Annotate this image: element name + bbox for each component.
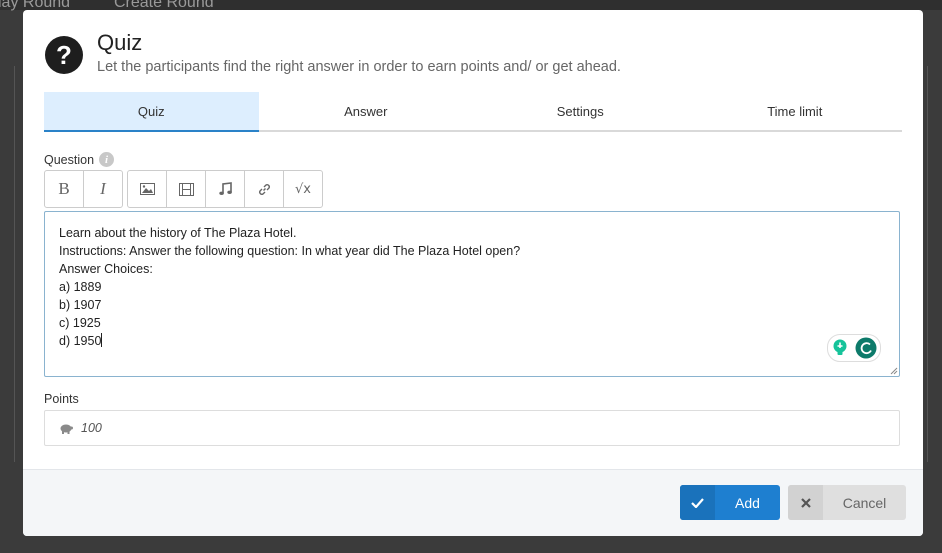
insert-group: √x [127, 170, 323, 208]
format-group: B I [44, 170, 123, 208]
points-label: Points [44, 392, 79, 406]
quiz-modal: ? Quiz Let the participants find the rig… [23, 10, 923, 536]
grammar-assistant[interactable] [827, 334, 881, 362]
cancel-button-label: Cancel [842, 494, 887, 511]
modal-footer: Add Cancel [23, 469, 923, 536]
music-button[interactable] [206, 171, 245, 207]
music-icon [218, 182, 232, 195]
question-line: b) 1907 [59, 298, 102, 312]
checkmark-icon [680, 485, 715, 520]
question-editor[interactable]: Learn about the history of The Plaza Hot… [44, 211, 900, 377]
link-button[interactable] [245, 171, 284, 207]
cancel-button[interactable]: Cancel [788, 485, 906, 520]
bold-button[interactable]: B [45, 171, 84, 207]
grammarly-icon [855, 337, 876, 359]
question-line-text: d) 1950 [59, 334, 102, 348]
image-icon [139, 183, 155, 195]
tab-time-limit[interactable]: Time limit [688, 92, 903, 130]
piggy-bank-icon [60, 424, 73, 434]
question-line: c) 1925 [59, 316, 101, 330]
add-button-label: Add [735, 494, 760, 511]
tab-quiz[interactable]: Quiz [44, 92, 259, 132]
add-button[interactable]: Add [680, 485, 780, 520]
question-line: Learn about the history of The Plaza Hot… [59, 226, 297, 240]
formula-button[interactable]: √x [284, 171, 322, 207]
modal-subtitle: Let the participants find the right answ… [97, 59, 621, 75]
tab-settings[interactable]: Settings [473, 92, 688, 130]
video-icon [178, 182, 194, 196]
image-button[interactable] [128, 171, 167, 207]
tab-bar: Quiz Answer Settings Time limit [44, 92, 902, 132]
background-panel-edge [927, 66, 928, 462]
question-line: Instructions: Answer the following quest… [59, 244, 521, 258]
question-line: Answer Choices: [59, 262, 153, 276]
question-label-row: Question i [44, 152, 115, 167]
question-label: Question [44, 152, 95, 167]
points-value: 100 [81, 421, 102, 435]
text-caret [101, 333, 103, 347]
lightbulb-icon [833, 339, 846, 355]
info-icon[interactable]: i [99, 152, 115, 167]
editor-toolbar: B I √x [44, 170, 323, 208]
background-panel-edge [14, 66, 15, 462]
tab-answer[interactable]: Answer [259, 92, 474, 130]
question-line-last: d) 1950 [59, 332, 885, 350]
question-mark-icon: ? [45, 36, 83, 74]
points-input[interactable]: 100 [44, 410, 900, 446]
italic-button[interactable]: I [84, 171, 122, 207]
resize-handle-icon[interactable] [890, 367, 898, 375]
video-button[interactable] [167, 171, 206, 207]
question-line: a) 1889 [59, 280, 102, 294]
link-icon [258, 183, 270, 195]
close-icon [788, 485, 823, 520]
modal-title: Quiz [97, 30, 143, 55]
